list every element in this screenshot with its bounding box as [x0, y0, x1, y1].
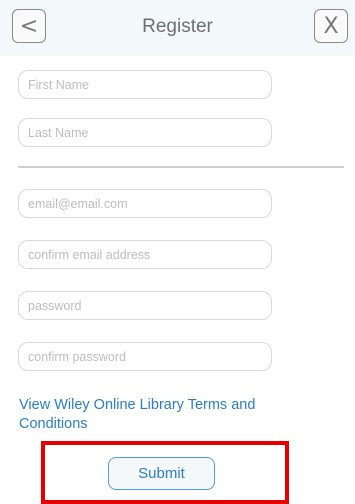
terms-link[interactable]: View Wiley Online Library Terms and Cond…	[19, 396, 319, 434]
divider	[18, 166, 344, 168]
registration-form: View Wiley Online Library Terms and Cond…	[0, 56, 355, 504]
password-field[interactable]	[18, 291, 272, 320]
submit-button[interactable]: Submit	[108, 457, 215, 490]
close-icon: X	[323, 13, 339, 39]
first-name-field[interactable]	[18, 70, 272, 99]
header-bar: < Register X	[0, 0, 355, 56]
confirm-password-field[interactable]	[18, 342, 272, 371]
page-title: Register	[142, 16, 213, 37]
confirm-email-field[interactable]	[18, 240, 272, 269]
last-name-field[interactable]	[18, 118, 272, 147]
email-field[interactable]	[18, 189, 272, 218]
close-button[interactable]: X	[314, 9, 348, 43]
